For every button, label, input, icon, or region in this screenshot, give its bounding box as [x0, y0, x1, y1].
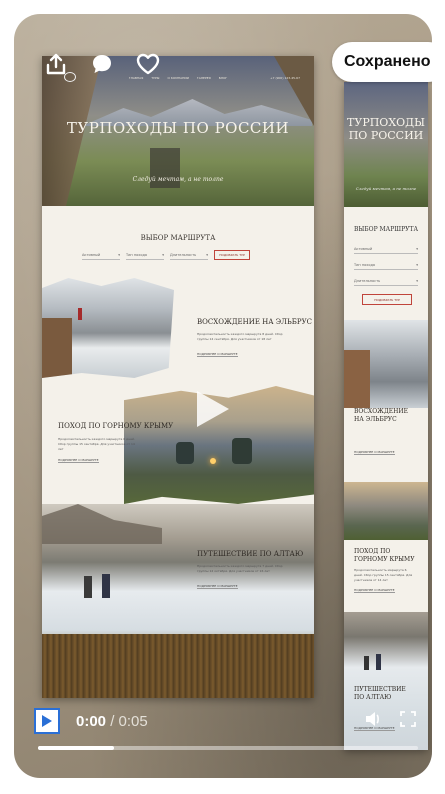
mobile-section-title: ВЫБОР МАРШРУТА — [353, 226, 419, 233]
nav-item[interactable]: ТУРЫ — [151, 76, 159, 80]
nav-item[interactable]: ГЛАВНАЯ — [129, 76, 144, 80]
top-actions — [44, 52, 160, 76]
filter-select[interactable]: Тип похода ▾ — [126, 251, 164, 260]
share-icon[interactable] — [44, 52, 68, 76]
route-description: Продолжительность каждого маршрута 8 дне… — [197, 332, 283, 341]
route-details-link[interactable]: ПОДРОБНЕЕ О МАРШРУТЕ — [197, 352, 238, 357]
route-title: ПУТЕШЕСТВИЕ ПО АЛТАЮ — [197, 550, 304, 558]
route-title: ПОХОД ПО ГОРНОМУ КРЫМУ — [58, 422, 174, 430]
route-details-link[interactable]: ПОДРОБНЕЕ О МАРШРУТЕ — [58, 458, 99, 463]
nav-item[interactable]: ГАЛЕРЕЯ — [197, 76, 211, 80]
video-controls: 0:00 / 0:05 — [34, 708, 148, 734]
play-button[interactable] — [34, 708, 60, 734]
main-page-mockup: ГЛАВНАЯ ТУРЫ О КОМПАНИИ ГАЛЕРЕЯ БЛОГ +7 … — [42, 56, 314, 698]
saved-badge: Сохранено! — [332, 42, 432, 82]
route-description: Продолжительность каждого маршрута 6 дне… — [58, 437, 135, 451]
mobile-route-link[interactable]: ПОДРОБНЕЕ О МАРШРУТЕ — [354, 450, 395, 455]
time-display: 0:00 / 0:05 — [76, 712, 148, 730]
mobile-crimea-photo — [344, 482, 428, 540]
mobile-route-title: ВОСХОЖДЕНИЕ НА ЭЛЬБРУС — [354, 408, 408, 423]
filter-select[interactable]: Длительность ▾ — [170, 251, 208, 260]
route-filters: Активный ▾ Тип похода ▾ Длительность ▾ ПОДО… — [82, 250, 250, 260]
pin-card: Сохранено! ГЛАВНАЯ ТУРЫ О КОМПАНИИ ГАЛЕР… — [14, 14, 432, 778]
nav-phone: +7 (900) 123-45-67 — [270, 76, 300, 80]
hero-subtitle: Следуй мечтам, а не толпе — [132, 176, 224, 183]
mobile-page-mockup: ТУРПОХОДЫ ПО РОССИИ Следуй мечтам, а не … — [344, 82, 428, 750]
heart-icon[interactable] — [136, 52, 160, 76]
mobile-route-title: ПУТЕШЕСТВИЕ ПО АЛТАЮ — [354, 686, 406, 701]
nav-item[interactable]: О КОМПАНИИ — [167, 76, 188, 80]
mobile-filter-select[interactable]: Активный ▾ — [354, 244, 418, 254]
filter-select[interactable]: Активный ▾ — [82, 251, 120, 260]
mobile-route-link[interactable]: ПОДРОБНЕЕ О МАРШРУТЕ — [354, 588, 395, 593]
progress-fill — [38, 746, 114, 750]
mobile-filter-select[interactable]: Длительность ▾ — [354, 276, 418, 286]
nav-item[interactable]: БЛОГ — [219, 76, 228, 80]
mobile-elbrus-photo — [344, 320, 428, 408]
volume-icon[interactable] — [364, 710, 382, 728]
progress-bar[interactable] — [38, 746, 418, 750]
mobile-filter-button[interactable]: ПОДОБРАТЬ ТУР — [362, 294, 412, 305]
play-overlay-icon[interactable] — [189, 387, 233, 431]
mobile-hero-title: ТУРПОХОДЫ ПО РОССИИ — [347, 116, 425, 142]
route-description: Продолжительность каждого маршрута 7 дне… — [197, 564, 283, 573]
filter-button[interactable]: ПОДОБРАТЬ ТУР — [214, 250, 250, 260]
mobile-route-description: Продолжительность маршрута 6 дней. Сбор … — [354, 568, 413, 582]
mobile-filter-select[interactable]: Тип похода ▾ — [354, 260, 418, 270]
fullscreen-icon[interactable] — [400, 711, 416, 727]
section-title: ВЫБОР МАРШРУТА — [140, 234, 216, 242]
altai-photo — [42, 504, 314, 698]
hero-title: ТУРПОХОДЫ ПО РОССИИ — [66, 119, 290, 137]
route-title: ВОСХОЖДЕНИЕ НА ЭЛЬБРУС — [197, 318, 312, 326]
mobile-hero-subtitle: Следуй мечтам, а не толпе — [355, 186, 417, 191]
route-details-link[interactable]: ПОДРОБНЕЕ О МАРШРУТЕ — [197, 584, 238, 589]
elbrus-photo — [42, 278, 174, 378]
mobile-route-title: ПОХОД ПО ГОРНОМУ КРЫМУ — [354, 548, 415, 563]
comment-icon[interactable] — [90, 52, 114, 76]
